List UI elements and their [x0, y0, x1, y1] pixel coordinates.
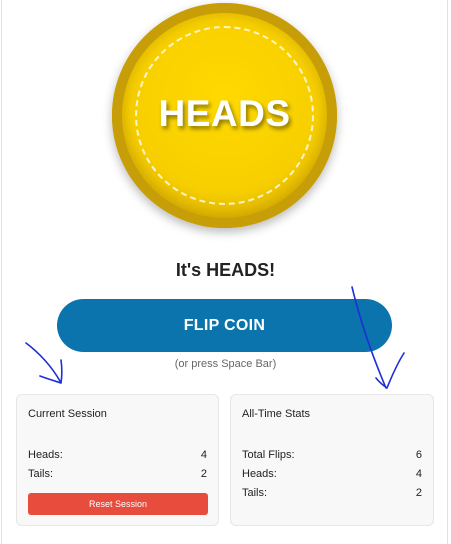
left-arrow-icon — [25, 342, 63, 384]
annotation-arrows — [25, 286, 405, 389]
right-arrow-icon — [351, 286, 405, 389]
